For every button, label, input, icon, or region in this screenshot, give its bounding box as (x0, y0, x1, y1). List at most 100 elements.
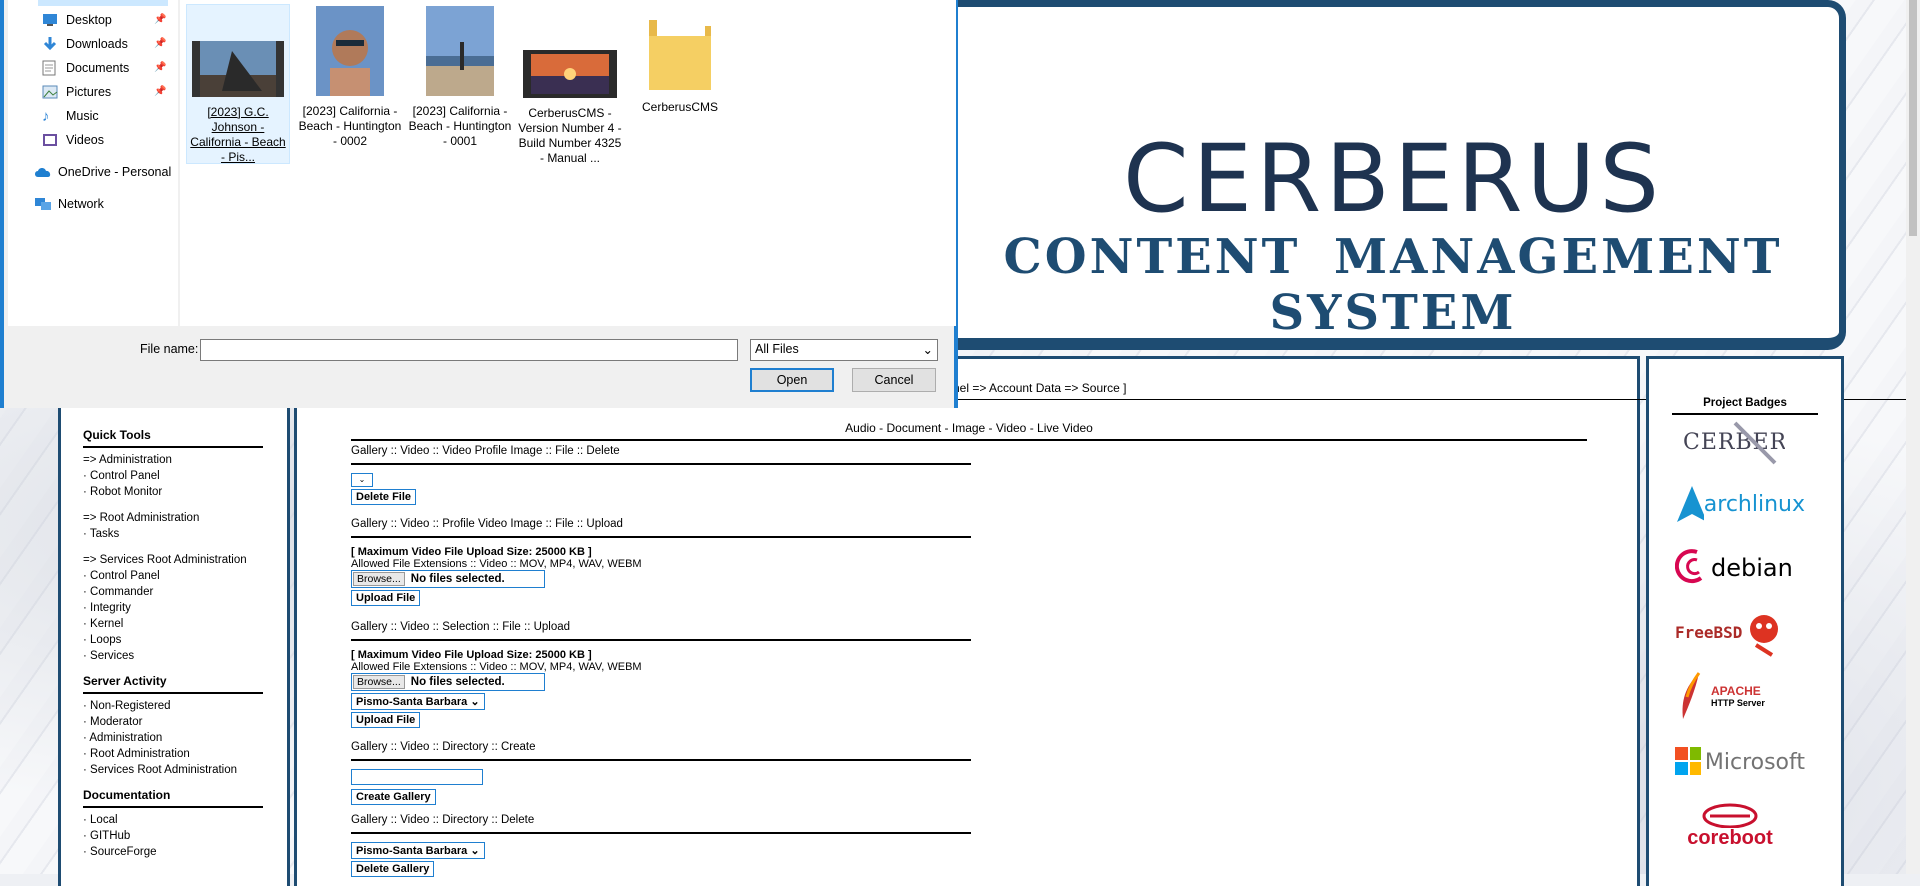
nav-network[interactable]: Network (34, 192, 104, 216)
archlinux-label: archlinux (1703, 491, 1805, 517)
banner-title: CERBERUS (1122, 125, 1663, 234)
scrollbar-thumb[interactable] (1909, 0, 1917, 236)
nav-services[interactable]: · Services (83, 648, 287, 664)
nav-services-root-administration[interactable]: => Services Root Administration (83, 552, 287, 568)
nav-music[interactable]: ♪ Music (42, 104, 99, 128)
doc-github[interactable]: · GITHub (83, 828, 287, 844)
cerberus-badge[interactable]: CERBERUS (1675, 415, 1805, 469)
pin-icon[interactable]: 📌 (154, 86, 166, 97)
file-item[interactable]: [2023] California - Beach - Huntington -… (408, 4, 512, 149)
desktop-icon (43, 14, 57, 26)
file-item[interactable]: CerberusCMS - Version Number 4 - Build N… (518, 4, 622, 166)
browse-button[interactable]: Browse... (353, 572, 405, 586)
section-upload-selection: Gallery :: Video :: Selection :: File ::… (351, 621, 971, 728)
create-gallery-button[interactable]: Create Gallery (351, 789, 436, 805)
activity-services-root-administration[interactable]: · Services Root Administration (83, 762, 287, 778)
nav-services-control-panel[interactable]: · Control Panel (83, 568, 287, 584)
no-file-label: No files selected. (410, 676, 505, 688)
activity-administration[interactable]: · Administration (83, 730, 287, 746)
file-input[interactable]: Browse... No files selected. (351, 673, 545, 691)
activity-moderator[interactable]: · Moderator (83, 714, 287, 730)
delete-file-button[interactable]: Delete File (351, 489, 417, 505)
activity-root-administration[interactable]: · Root Administration (83, 746, 287, 762)
nav-desktop[interactable]: Desktop (42, 8, 112, 32)
doc-local[interactable]: · Local (83, 812, 287, 828)
nav-administration[interactable]: => Administration (83, 452, 287, 468)
music-note-icon: ♪ (42, 107, 50, 125)
nav-pictures[interactable]: Pictures (42, 80, 111, 104)
nav-robot-monitor[interactable]: · Robot Monitor (83, 484, 287, 500)
video-icon (43, 134, 57, 146)
doc-sourceforge[interactable]: · SourceForge (83, 844, 287, 860)
section-title: Gallery :: Video :: Video Profile Image … (351, 445, 971, 465)
pictures-icon (42, 85, 58, 99)
upload-file-button[interactable]: Upload File (351, 712, 421, 728)
video-thumbnail-icon (523, 50, 617, 98)
nav-admin-control-panel[interactable]: · Control Panel (83, 468, 287, 484)
debian-badge[interactable]: debian (1675, 541, 1805, 595)
nav-loops[interactable]: · Loops (83, 632, 287, 648)
pin-icon[interactable]: 📌 (154, 62, 166, 73)
file-list-pane: [2023] G.C. Johnson - California - Beach… (180, 0, 956, 326)
section-directory-delete: Gallery :: Video :: Directory :: Delete … (351, 814, 971, 877)
apache-badge[interactable]: APACHE HTTP Server (1675, 669, 1805, 723)
file-name-input[interactable] (200, 339, 738, 361)
microsoft-logo-icon (1675, 747, 1701, 775)
allowed-extensions: Allowed File Extensions :: Video :: MOV,… (351, 558, 642, 570)
cancel-button[interactable]: Cancel (852, 368, 936, 392)
documentation-heading: Documentation (83, 788, 263, 808)
nav-kernel[interactable]: · Kernel (83, 616, 287, 632)
open-button[interactable]: Open (750, 368, 834, 392)
no-file-label: No files selected. (410, 573, 505, 585)
nav-tasks[interactable]: · Tasks (83, 526, 287, 542)
section-title: Gallery :: Video :: Directory :: Delete (351, 814, 971, 834)
media-type-nav[interactable]: Audio - Document - Image - Video - Live … (351, 421, 1587, 441)
main-content-panel: nel => Account Data => Source ] Audio - … (294, 356, 1920, 886)
section-title: Gallery :: Video :: Profile Video Image … (351, 518, 971, 538)
nav-downloads[interactable]: Downloads (42, 32, 128, 56)
chevron-down-icon: ⌄ (922, 343, 933, 357)
gallery-name-input[interactable] (351, 769, 483, 785)
download-arrow-icon (43, 37, 57, 51)
server-activity-heading: Server Activity (83, 674, 263, 694)
file-select[interactable]: ⌄ (351, 473, 373, 487)
video-thumbnail-icon (192, 41, 284, 97)
nav-integrity[interactable]: · Integrity (83, 600, 287, 616)
page-scrollbar[interactable] (1906, 0, 1920, 874)
document-icon (42, 60, 56, 76)
apache-label: APACHE (1711, 684, 1761, 698)
gallery-select[interactable]: Pismo-Santa Barbara ⌄ (351, 842, 485, 859)
file-item[interactable]: [2023] G.C. Johnson - California - Beach… (186, 4, 290, 164)
file-open-dialog: Desktop 📌 Downloads 📌 Documents 📌 Pictur… (0, 0, 958, 408)
coreboot-label: coreboot (1687, 827, 1773, 849)
nav-videos[interactable]: Videos (42, 128, 104, 152)
pin-icon[interactable]: 📌 (154, 38, 166, 49)
network-icon (35, 198, 51, 210)
archlinux-badge[interactable]: archlinux (1675, 477, 1805, 531)
nav-onedrive[interactable]: OneDrive - Personal (34, 160, 171, 184)
browse-button[interactable]: Browse... (353, 675, 405, 689)
coreboot-badge[interactable]: coreboot (1675, 799, 1805, 853)
activity-non-registered[interactable]: · Non-Registered (83, 698, 287, 714)
gallery-select[interactable]: Pismo-Santa Barbara ⌄ (351, 693, 485, 710)
nav-commander[interactable]: · Commander (83, 584, 287, 600)
pin-icon[interactable]: 📌 (154, 14, 166, 25)
quick-access-row[interactable] (38, 0, 168, 6)
file-type-select[interactable]: All Files ⌄ (750, 339, 938, 361)
nav-documents[interactable]: Documents (42, 56, 129, 80)
freebsd-badge[interactable]: FreeBSD (1675, 605, 1805, 659)
folder-item[interactable]: CerberusCMS (628, 4, 732, 115)
section-title: Gallery :: Video :: Selection :: File ::… (351, 621, 971, 641)
navigation-pane: Desktop 📌 Downloads 📌 Documents 📌 Pictur… (8, 0, 178, 326)
file-input[interactable]: Browse... No files selected. (351, 570, 545, 588)
file-name-label: File name: (140, 342, 199, 356)
microsoft-badge[interactable]: Microsoft (1675, 735, 1805, 789)
project-badges-panel: Project Badges CERBERUS archlinux debian… (1646, 356, 1844, 886)
upload-file-button[interactable]: Upload File (351, 590, 421, 606)
folder-icon (649, 16, 711, 90)
nav-root-administration[interactable]: => Root Administration (83, 510, 287, 526)
section-upload-profile-video: Gallery :: Video :: Profile Video Image … (351, 518, 971, 606)
delete-gallery-button[interactable]: Delete Gallery (351, 861, 435, 877)
max-upload-size: [ Maximum Video File Upload Size: 25000 … (351, 649, 592, 661)
file-item[interactable]: [2023] California - Beach - Huntington -… (298, 4, 402, 149)
